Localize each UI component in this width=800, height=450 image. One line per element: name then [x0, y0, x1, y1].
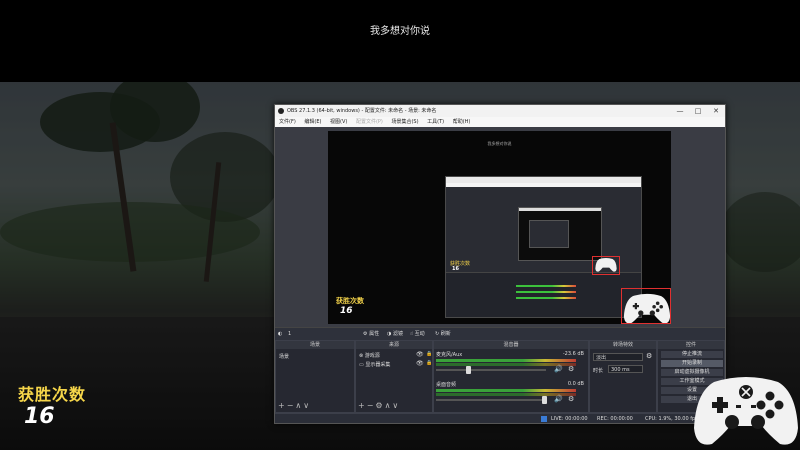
mixer-dock-title: 混音器 [434, 341, 588, 349]
start-recording-button[interactable]: 开始录制 [661, 360, 723, 367]
sources-dock-controls[interactable]: +−⚙∧∨ [358, 401, 400, 410]
eye-icon[interactable]: 👁 [416, 351, 424, 358]
volume-slider[interactable] [436, 369, 546, 371]
gear-icon[interactable]: ⚙ [568, 395, 574, 403]
duration-input[interactable]: 300 ms [608, 365, 643, 373]
filters-button[interactable]: ◑ 滤镜 [387, 328, 403, 340]
scenes-dock-title: 场景 [276, 341, 354, 349]
transition-type-select[interactable]: 淡出 [593, 353, 643, 361]
refresh-label: 刷新 [440, 331, 451, 337]
obs-titlebar[interactable]: OBS 27.1.3 (64-bit, windows) - 配置文件: 未命名… [275, 105, 725, 117]
menu-file[interactable]: 文件(F) [279, 119, 296, 125]
menu-view[interactable]: 视图(V) [330, 119, 347, 125]
scenes-dock: 场景 场景 +−∧∨ [275, 340, 355, 413]
nested-obs-capture-2 [518, 207, 602, 261]
obs-logo-icon [278, 108, 284, 114]
controls-dock-title: 控件 [658, 341, 724, 349]
menu-scene-collection[interactable]: 场景集合(S) [391, 119, 418, 125]
eye-icon[interactable]: 👁 [416, 360, 424, 367]
close-button[interactable]: ✕ [707, 105, 725, 117]
gear-icon[interactable]: ⚙ [646, 352, 652, 360]
preview-wins-title: 获胜次数 [336, 297, 364, 305]
speaker-icon[interactable]: 🔊 [554, 395, 563, 403]
no-source-icon: ◐ [278, 331, 283, 337]
source-item-display[interactable]: ▭ 显示器采集 [359, 361, 390, 368]
gear-icon[interactable]: ⚙ [568, 365, 574, 373]
live-time: LIVE: 00:00:00 [551, 416, 588, 422]
source-label: 游戏源 [364, 353, 380, 359]
maximize-button[interactable]: □ [689, 105, 707, 117]
mixer-dock: 混音器 麦克风/Aux -23.6 dB 🔊 ⚙ 桌面音频 0.0 dB 🔊 ⚙ [433, 340, 589, 413]
volume-meter [436, 389, 576, 392]
cpu-fps: CPU: 1.9%, 30.00 fps [645, 416, 698, 422]
properties-label: 属性 [369, 331, 380, 337]
source-item-game[interactable]: ⊗ 游戏源 [359, 352, 380, 359]
volume-slider-handle[interactable] [466, 366, 471, 374]
subtitle-text: 我多想对你说 [370, 26, 430, 37]
interact-label: 互动 [414, 331, 425, 337]
preview-canvas[interactable]: 我多想对你说 获胜次数 16 获胜次数 16 [328, 131, 671, 324]
stop-streaming-button[interactable]: 停止推流 [661, 351, 723, 358]
menu-profile[interactable]: 配置文件(P) [356, 119, 383, 125]
source-label: 显示器采集 [365, 362, 391, 368]
selection-box[interactable] [621, 288, 671, 324]
top-banner [0, 0, 800, 82]
mixer-channel: 桌面音频 0.0 dB 🔊 ⚙ [436, 381, 586, 409]
scenes-dock-controls[interactable]: +−∧∨ [278, 401, 311, 410]
properties-button[interactable]: ⚙ 属性 [363, 328, 379, 340]
filters-label: 滤镜 [392, 331, 403, 337]
mixer-channel-db: 0.0 dB [567, 381, 584, 387]
wins-title: 获胜次数 [18, 385, 87, 404]
volume-slider-handle[interactable] [542, 396, 547, 404]
source-toolbar: ◐ 1 ⚙ 属性 ◑ 滤镜 ☝ 互动 ↻ 刷新 [275, 327, 725, 341]
window-title: OBS 27.1.3 (64-bit, windows) - 配置文件: 未命名… [287, 108, 437, 114]
speaker-icon[interactable]: 🔊 [554, 365, 563, 373]
menu-edit[interactable]: 编辑(E) [304, 119, 321, 125]
mixer-channel-name: 桌面音频 [436, 382, 457, 388]
status-bar: LIVE: 00:00:00 REC: 00:00:00 CPU: 1.9%, … [275, 413, 725, 423]
scene-item[interactable]: 场景 [279, 353, 289, 360]
volume-meter [436, 359, 576, 362]
nested-obs-capture: 获胜次数 16 [445, 176, 642, 318]
mixer-channel-db: -23.6 dB [562, 351, 584, 357]
mixer-channel-name: 麦克风/Aux [436, 352, 463, 358]
preview-subtitle: 我多想对你说 [487, 141, 512, 146]
interact-button[interactable]: ☝ 互动 [410, 328, 425, 340]
preview-area: 我多想对你说 获胜次数 16 获胜次数 16 [275, 127, 725, 327]
wins-value: 16 [24, 404, 55, 429]
menu-help[interactable]: 帮助(H) [453, 119, 471, 125]
sources-dock-title: 来源 [356, 341, 432, 349]
rec-time: REC: 00:00:00 [597, 416, 633, 422]
duration-label: 时长 [593, 368, 604, 374]
minimize-button[interactable]: — [671, 105, 689, 117]
mixer-channel: 麦克风/Aux -23.6 dB 🔊 ⚙ [436, 351, 586, 379]
live-indicator-icon [541, 416, 547, 422]
controller-overlay-icon [694, 377, 798, 445]
lock-icon[interactable]: 🔒 [426, 360, 432, 366]
sources-dock: 来源 ⊗ 游戏源 ▭ 显示器采集 👁 🔒 👁 🔒 +−⚙∧∨ [355, 340, 433, 413]
menu-tools[interactable]: 工具(T) [427, 119, 444, 125]
lock-icon[interactable]: 🔒 [426, 351, 432, 357]
scene-indicator: 1 [288, 331, 292, 337]
transition-dock: 转场特效 淡出 ⚙ 时长 300 ms [589, 340, 657, 413]
refresh-button[interactable]: ↻ 刷新 [435, 328, 451, 340]
obs-window: OBS 27.1.3 (64-bit, windows) - 配置文件: 未命名… [274, 104, 726, 424]
nested-obs-capture-3 [529, 220, 569, 248]
transition-dock-title: 转场特效 [590, 341, 656, 349]
volume-slider[interactable] [436, 399, 546, 401]
preview-wins-value: 16 [340, 306, 353, 316]
